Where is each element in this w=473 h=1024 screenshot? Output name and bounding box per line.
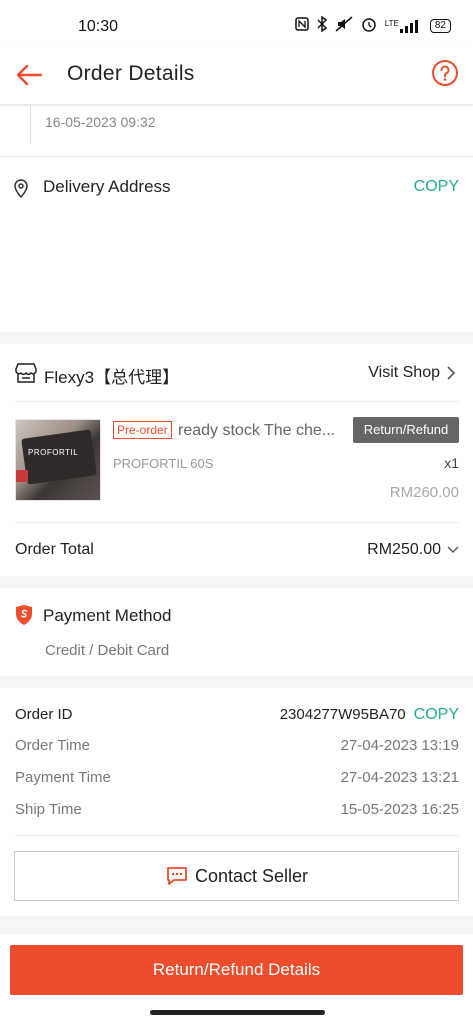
delivery-address-label: Delivery Address xyxy=(43,177,171,196)
order-time-label: Order Time xyxy=(15,737,91,754)
nfc-icon xyxy=(295,17,309,34)
shop-icon xyxy=(15,363,37,383)
product-image-text: PROFORTIL xyxy=(28,448,79,457)
arrow-left-icon xyxy=(16,64,43,86)
status-icons: LTE 82 xyxy=(295,15,451,35)
divider xyxy=(15,401,459,402)
alarm-icon xyxy=(361,16,377,35)
product-price: RM260.00 xyxy=(389,484,459,501)
chevron-right-icon xyxy=(447,366,456,380)
copy-order-id-button[interactable]: COPY xyxy=(414,706,459,724)
product-quantity: x1 xyxy=(444,455,459,471)
home-indicator[interactable] xyxy=(150,1010,325,1015)
divider xyxy=(15,522,459,523)
back-button[interactable] xyxy=(14,60,44,90)
product-title[interactable]: ready stock The che... xyxy=(178,422,350,440)
contact-seller-button[interactable]: Contact Seller xyxy=(14,851,459,901)
divider xyxy=(15,835,459,836)
battery-indicator: 82 xyxy=(429,18,451,33)
shop-name: Flexy3【总代理】 xyxy=(44,368,180,387)
order-id-row: Order ID 2304277W95BA70 COPY xyxy=(15,706,459,728)
order-id-group: 2304277W95BA70 COPY xyxy=(280,706,459,724)
payment-time-label: Payment Time xyxy=(15,769,111,786)
signal-icon: LTE xyxy=(385,19,422,33)
return-refund-badge[interactable]: Return/Refund xyxy=(353,417,459,443)
product-image[interactable]: PROFORTIL xyxy=(15,419,101,501)
product-variant: PROFORTIL 60S xyxy=(113,456,214,471)
status-time: 10:30 xyxy=(78,18,119,35)
mute-icon xyxy=(335,16,353,35)
payment-section xyxy=(0,588,473,676)
status-bar: 10:30 LTE 82 xyxy=(0,0,473,48)
payment-time-row: Payment Time 27-04-2023 13:21 xyxy=(15,769,459,791)
payment-shield-icon xyxy=(16,605,32,625)
ship-time-row: Ship Time 15-05-2023 16:25 xyxy=(15,801,459,823)
order-total-label: Order Total xyxy=(15,541,94,558)
delivery-section: 16-05-2023 09:32 xyxy=(0,106,473,332)
network-type: LTE xyxy=(384,18,399,28)
page-title: Order Details xyxy=(67,62,195,85)
product-image-card xyxy=(21,429,97,485)
help-button[interactable] xyxy=(431,59,459,87)
bluetooth-icon xyxy=(317,15,327,35)
return-refund-details-button[interactable]: Return/Refund Details xyxy=(10,945,463,995)
order-total-toggle[interactable]: RM250.00 xyxy=(367,541,459,559)
app-bar: Order Details xyxy=(0,48,473,104)
order-time-row: Order Time 27-04-2023 13:19 xyxy=(15,737,459,759)
payment-method-value: Credit / Debit Card xyxy=(45,642,170,659)
payment-method-label: Payment Method xyxy=(43,606,172,625)
ship-time-label: Ship Time xyxy=(15,801,82,818)
timeline-date: 16-05-2023 09:32 xyxy=(45,114,156,130)
help-icon xyxy=(432,60,458,86)
timeline-line xyxy=(30,106,31,144)
order-id-label: Order ID xyxy=(15,706,73,723)
preorder-tag: Pre-order xyxy=(113,421,172,439)
contact-seller-label: Contact Seller xyxy=(194,865,309,886)
order-total-value: RM250.00 xyxy=(367,541,441,558)
product-image-accent xyxy=(16,470,28,482)
ship-time-value: 15-05-2023 16:25 xyxy=(340,801,459,818)
location-pin-icon xyxy=(14,179,28,198)
chevron-down-icon xyxy=(447,546,459,553)
chat-icon xyxy=(167,867,187,885)
order-time-value: 27-04-2023 13:19 xyxy=(340,737,459,754)
divider xyxy=(0,156,473,157)
visit-shop-label: Visit Shop xyxy=(368,364,440,381)
payment-time-value: 27-04-2023 13:21 xyxy=(340,769,459,786)
copy-address-button[interactable]: COPY xyxy=(414,178,459,196)
order-id-value: 2304277W95BA70 xyxy=(279,706,406,723)
visit-shop-button[interactable]: Visit Shop xyxy=(368,364,456,382)
